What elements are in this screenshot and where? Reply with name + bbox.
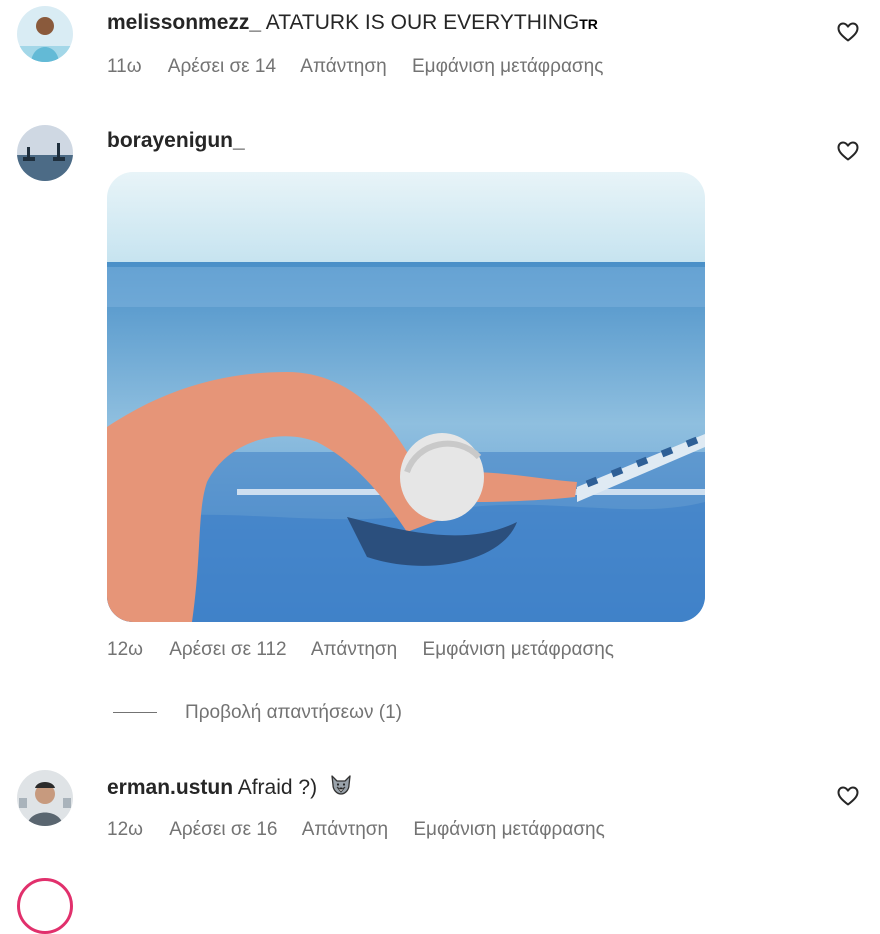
username[interactable]: melissonmezz_ — [107, 11, 261, 34]
avatar[interactable] — [17, 6, 73, 62]
likes-count[interactable]: Αρέσει σε 14 — [168, 56, 276, 77]
like-button[interactable] — [836, 139, 860, 163]
reply-button[interactable]: Απάντηση — [311, 639, 397, 660]
comment-meta: 12ω Αρέσει σε 16 Απάντηση Εμφάνιση μετάφ… — [107, 818, 625, 842]
avatar-image — [17, 770, 73, 826]
comment-text-line: borayenigun_ — [107, 128, 245, 154]
like-button[interactable] — [836, 784, 860, 808]
replies-divider — [113, 712, 157, 714]
comment-text-line: melissonmezz_ ATATURK IS OUR EVERYTHINGT… — [107, 10, 598, 37]
likes-count[interactable]: Αρέσει σε 16 — [169, 819, 277, 840]
show-translation-button[interactable]: Εμφάνιση μετάφρασης — [423, 639, 614, 660]
comment-text-line: erman.ustun Afraid ?) — [107, 773, 353, 804]
tr-flag: TR — [579, 16, 598, 32]
avatar[interactable] — [17, 770, 73, 826]
avatar-story-ring[interactable] — [17, 878, 73, 934]
comment-meta: 11ω Αρέσει σε 14 Απάντηση Εμφάνιση μετάφ… — [107, 55, 623, 79]
reply-button[interactable]: Απάντηση — [302, 819, 388, 840]
comment-meta: 12ω Αρέσει σε 112 Απάντηση Εμφάνιση μετά… — [107, 638, 634, 662]
comment-text: Afraid ?) — [237, 776, 318, 799]
comment-age: 12ω — [107, 639, 143, 660]
swimmer-gif-image — [107, 172, 705, 622]
heart-outline-icon — [837, 22, 859, 42]
heart-outline-icon — [837, 141, 859, 161]
wolf-face-icon — [329, 773, 353, 804]
avatar-image — [17, 6, 73, 62]
username[interactable]: erman.ustun — [107, 776, 233, 799]
comment-age: 12ω — [107, 819, 143, 840]
like-button[interactable] — [836, 20, 860, 44]
comment-age: 11ω — [107, 56, 142, 77]
username[interactable]: borayenigun_ — [107, 129, 245, 152]
view-replies-button[interactable]: Προβολή απαντήσεων (1) — [113, 700, 402, 726]
comment-text: ATATURK IS OUR EVERYTHING — [265, 11, 580, 34]
reply-button[interactable]: Απάντηση — [300, 56, 386, 77]
show-translation-button[interactable]: Εμφάνιση μετάφρασης — [412, 56, 603, 77]
avatar[interactable] — [17, 125, 73, 181]
avatar-image — [17, 125, 73, 181]
view-replies-label: Προβολή απαντήσεων (1) — [185, 702, 402, 723]
comment-gif[interactable] — [107, 172, 705, 622]
heart-outline-icon — [837, 786, 859, 806]
likes-count[interactable]: Αρέσει σε 112 — [169, 639, 286, 660]
show-translation-button[interactable]: Εμφάνιση μετάφρασης — [413, 819, 604, 840]
